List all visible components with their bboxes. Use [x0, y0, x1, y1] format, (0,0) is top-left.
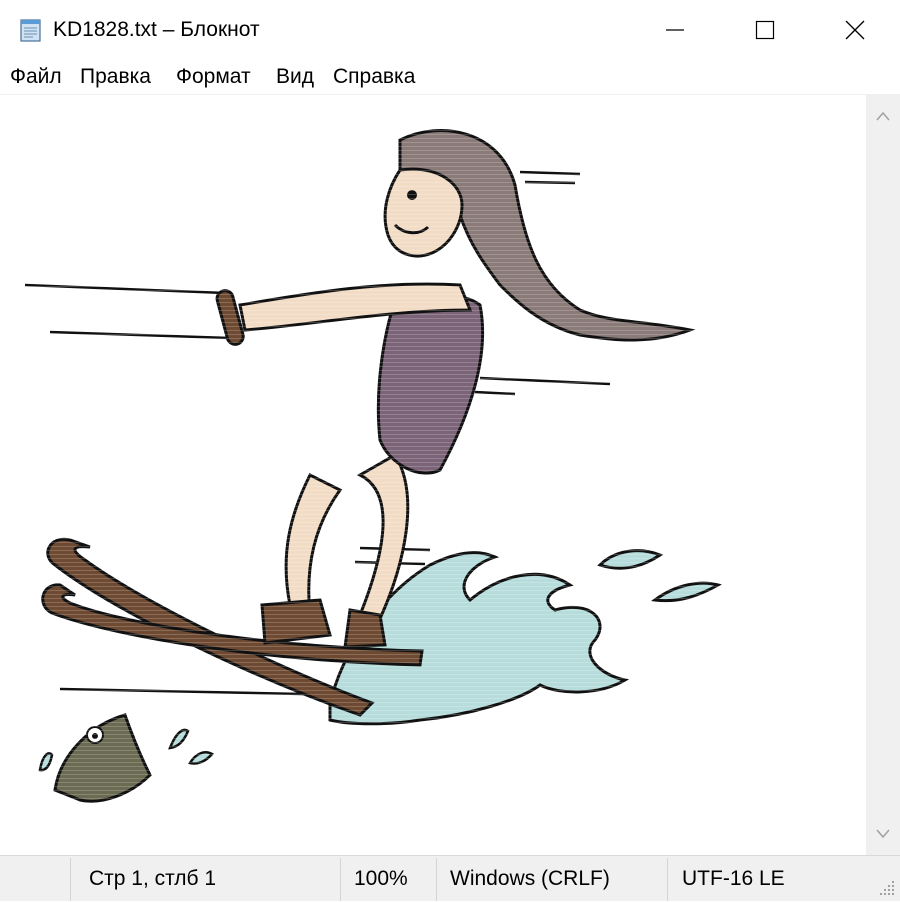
chevron-down-icon	[876, 829, 890, 839]
maximize-button[interactable]	[720, 0, 810, 60]
status-line-endings: Windows (CRLF)	[450, 867, 610, 890]
window-title: KD1828.txt – Блокнот	[53, 18, 260, 41]
menu-view[interactable]: Вид	[274, 64, 316, 90]
minimize-icon	[666, 29, 684, 31]
status-divider	[436, 858, 437, 901]
status-divider	[70, 858, 71, 901]
status-bar: Стр 1, стлб 1 100% Windows (CRLF) UTF-16…	[0, 855, 900, 901]
status-divider	[340, 858, 341, 901]
close-button[interactable]	[810, 0, 900, 60]
text-editor-area[interactable]	[0, 95, 866, 855]
status-divider	[667, 858, 668, 901]
status-zoom: 100%	[354, 867, 408, 890]
scroll-down-button[interactable]	[866, 817, 900, 851]
vertical-scrollbar[interactable]	[866, 95, 900, 855]
notepad-icon	[17, 17, 43, 43]
water-skier-illustration	[0, 95, 866, 855]
status-encoding: UTF-16 LE	[682, 867, 785, 890]
menu-help[interactable]: Справка	[331, 64, 417, 90]
menu-file[interactable]: Файл	[8, 64, 64, 90]
chevron-up-icon	[876, 111, 890, 121]
scroll-up-button[interactable]	[866, 99, 900, 133]
menu-format[interactable]: Формат	[174, 64, 253, 90]
status-position: Стр 1, стлб 1	[89, 867, 217, 890]
close-icon	[845, 20, 865, 40]
menu-bar: Файл Правка Формат Вид Справка	[0, 60, 900, 95]
menu-edit[interactable]: Правка	[78, 64, 153, 90]
minimize-button[interactable]	[630, 0, 720, 60]
maximize-icon	[755, 20, 775, 40]
title-bar[interactable]: KD1828.txt – Блокнот	[0, 0, 900, 60]
resize-grip-icon[interactable]	[878, 879, 896, 897]
